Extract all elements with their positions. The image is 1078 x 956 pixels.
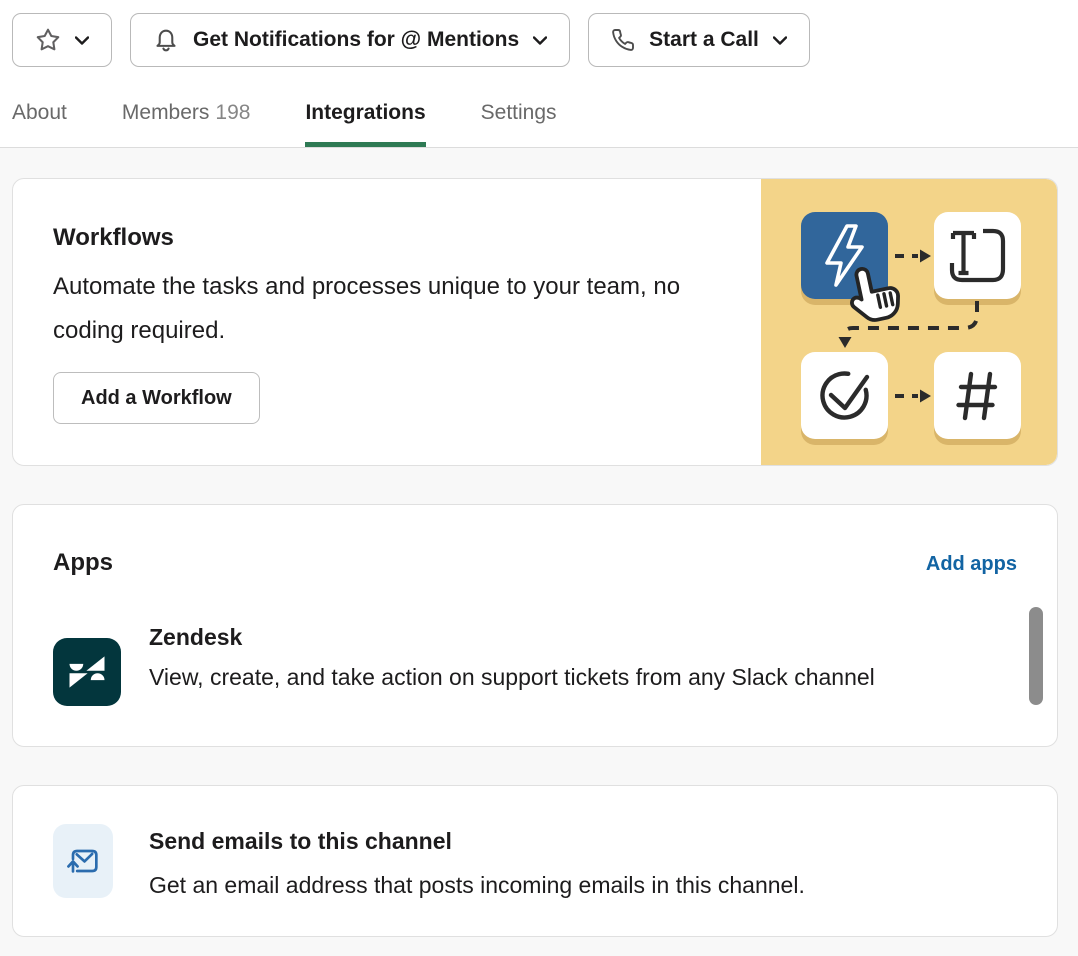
notifications-button[interactable]: Get Notifications for @ Mentions	[130, 13, 570, 67]
notifications-button-label: Get Notifications for @ Mentions	[193, 28, 519, 52]
star-channel-button[interactable]	[12, 13, 112, 67]
tab-members-count: 198	[215, 101, 250, 124]
email-card-description: Get an email address that posts incoming…	[149, 870, 805, 900]
tab-about-label: About	[12, 101, 67, 124]
add-apps-link[interactable]: Add apps	[926, 553, 1017, 576]
incoming-email-icon	[53, 824, 113, 898]
toolbar: Get Notifications for @ Mentions Start a…	[0, 0, 1078, 67]
workflows-description: Automate the tasks and processes unique …	[53, 265, 713, 353]
chevron-down-icon	[75, 36, 89, 45]
list-item-zendesk[interactable]: Zendesk View, create, and take action on…	[53, 622, 1057, 706]
send-emails-card[interactable]: Send emails to this channel Get an email…	[12, 785, 1058, 937]
tab-settings-label: Settings	[481, 101, 557, 124]
email-card-title: Send emails to this channel	[149, 826, 805, 856]
start-call-button[interactable]: Start a Call	[588, 13, 810, 67]
post-text-icon	[934, 212, 1021, 299]
email-card-info: Send emails to this channel Get an email…	[149, 824, 805, 900]
apps-scrollbar-thumb[interactable]	[1029, 607, 1043, 705]
workflow-illustration	[761, 179, 1057, 465]
tab-about[interactable]: About	[12, 101, 67, 147]
apps-card-header: Apps Add apps	[13, 505, 1057, 578]
apps-card: Apps Add apps Zendesk View	[12, 504, 1058, 747]
apps-list: Zendesk View, create, and take action on…	[13, 622, 1057, 719]
add-workflow-button[interactable]: Add a Workflow	[53, 372, 260, 424]
check-circle-icon	[801, 352, 888, 439]
start-call-button-label: Start a Call	[649, 28, 759, 52]
chevron-down-icon	[533, 36, 547, 45]
apps-title: Apps	[53, 548, 113, 578]
tab-members[interactable]: Members198	[122, 101, 251, 147]
star-icon	[35, 27, 61, 53]
integrations-tab-content: Workflows Automate the tasks and process…	[0, 148, 1078, 937]
lightning-bolt-icon	[801, 212, 888, 299]
panel-header: Get Notifications for @ Mentions Start a…	[0, 0, 1078, 148]
workflows-title: Workflows	[53, 223, 713, 253]
zendesk-logo	[53, 638, 121, 706]
tab-members-label: Members	[122, 101, 210, 124]
workflow-illustration-graphic	[761, 179, 1057, 465]
phone-icon	[611, 28, 635, 52]
app-description: View, create, and take action on support…	[149, 656, 979, 699]
tab-integrations[interactable]: Integrations	[305, 101, 425, 147]
app-info: Zendesk View, create, and take action on…	[149, 622, 979, 699]
hash-icon	[934, 352, 1021, 439]
app-name: Zendesk	[149, 622, 979, 652]
channel-details-panel: Get Notifications for @ Mentions Start a…	[0, 0, 1078, 937]
workflows-card: Workflows Automate the tasks and process…	[12, 178, 1058, 466]
tab-settings[interactable]: Settings	[481, 101, 557, 147]
workflows-text: Workflows Automate the tasks and process…	[13, 179, 713, 424]
details-tabs: About Members198 Integrations Settings	[0, 67, 1078, 148]
chevron-down-icon	[773, 36, 787, 45]
bell-icon	[153, 27, 179, 53]
tab-integrations-label: Integrations	[305, 101, 425, 124]
